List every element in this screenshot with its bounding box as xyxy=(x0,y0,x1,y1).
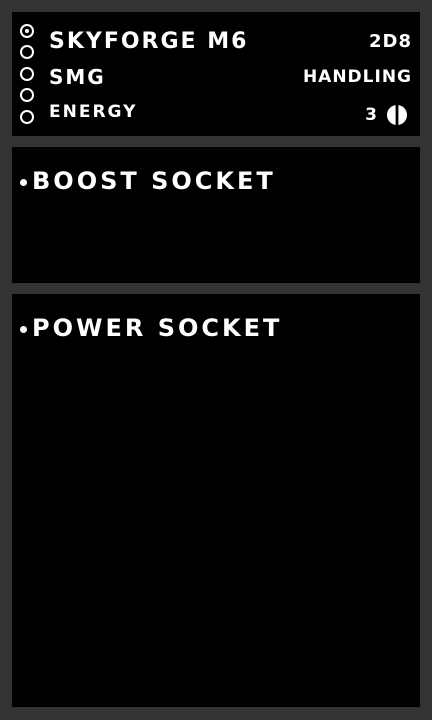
capsule-icon xyxy=(387,105,407,125)
handling-label: HANDLING xyxy=(302,67,412,87)
ammo-count: 3 xyxy=(365,104,377,125)
weapon-name: SKYFORGE M6 xyxy=(49,29,249,54)
boost-socket-title: BOOST SOCKET xyxy=(32,167,276,195)
weapon-info-panel: SKYFORGE M6 SMG ENERGY 2D8 HANDLING 3 xyxy=(12,12,420,136)
weapon-type: SMG xyxy=(49,65,106,89)
power-socket-panel[interactable]: POWER SOCKET xyxy=(12,294,420,707)
weapon-ammo-type: ENERGY xyxy=(49,102,138,122)
mode-radio-4[interactable] xyxy=(20,88,34,102)
mode-radio-1[interactable] xyxy=(20,24,34,38)
ammo-counter: 3 xyxy=(365,104,408,126)
mode-radio-5[interactable] xyxy=(20,110,34,124)
damage-value: 2D8 xyxy=(369,31,412,52)
bullet-icon xyxy=(20,179,27,186)
boost-socket-panel[interactable]: BOOST SOCKET xyxy=(12,147,420,283)
power-socket-title: POWER SOCKET xyxy=(32,314,283,342)
mode-radio-3[interactable] xyxy=(20,67,34,81)
mode-radio-2[interactable] xyxy=(20,45,34,59)
bullet-icon xyxy=(20,326,27,333)
